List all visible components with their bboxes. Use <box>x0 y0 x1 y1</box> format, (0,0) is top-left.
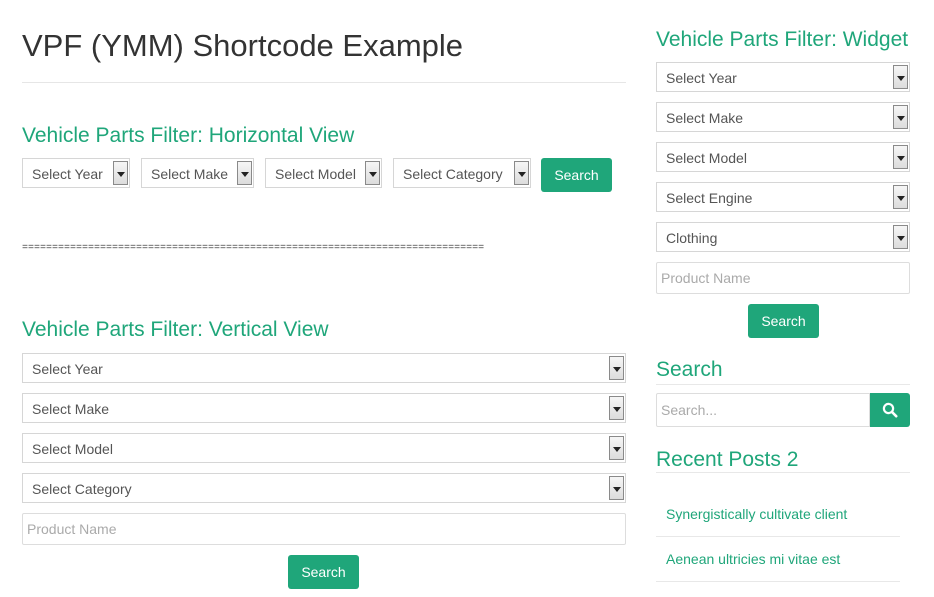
dropdown-arrow-icon[interactable] <box>609 356 624 380</box>
widget-filter-heading: Vehicle Parts Filter: Widget <box>656 28 909 51</box>
dropdown-arrow-icon[interactable] <box>893 105 908 129</box>
widget-year-select[interactable]: Select Year <box>656 62 910 92</box>
vertical-model-select[interactable]: Select Model <box>22 433 626 463</box>
search-submit-button[interactable] <box>870 393 910 427</box>
widget-search-button[interactable]: Search <box>748 304 819 338</box>
vertical-product-name-input[interactable] <box>22 513 626 545</box>
vertical-category-select[interactable]: Select Category <box>22 473 626 503</box>
dropdown-arrow-icon[interactable] <box>514 161 529 185</box>
recent-post-divider <box>656 581 900 582</box>
title-divider <box>22 82 626 83</box>
separator-line: ========================================… <box>22 243 485 254</box>
horizontal-category-select[interactable]: Select Category <box>393 158 531 188</box>
dropdown-arrow-icon[interactable] <box>609 396 624 420</box>
widget-model-value: Select Model <box>666 150 747 166</box>
search-widget-divider <box>656 384 910 385</box>
widget-engine-select[interactable]: Select Engine <box>656 182 910 212</box>
widget-engine-value: Select Engine <box>666 190 753 206</box>
horizontal-year-select[interactable]: Select Year <box>22 158 130 188</box>
horizontal-make-value: Select Make <box>151 166 229 182</box>
page: VPF (YMM) Shortcode Example Vehicle Part… <box>0 0 934 597</box>
vertical-make-select[interactable]: Select Make <box>22 393 626 423</box>
dropdown-arrow-icon[interactable] <box>893 185 908 209</box>
recent-post-divider <box>656 536 900 537</box>
widget-make-value: Select Make <box>666 110 744 126</box>
widget-model-select[interactable]: Select Model <box>656 142 910 172</box>
dropdown-arrow-icon[interactable] <box>237 161 252 185</box>
widget-category-value: Clothing <box>666 230 718 246</box>
horizontal-search-button[interactable]: Search <box>541 158 612 192</box>
recent-posts-heading: Recent Posts 2 <box>656 448 799 471</box>
dropdown-arrow-icon[interactable] <box>893 225 908 249</box>
widget-year-value: Select Year <box>666 70 737 86</box>
dropdown-arrow-icon[interactable] <box>609 436 624 460</box>
search-input[interactable] <box>656 393 870 427</box>
horizontal-model-value: Select Model <box>275 166 356 182</box>
vertical-model-value: Select Model <box>32 441 113 457</box>
vertical-make-value: Select Make <box>32 401 110 417</box>
dropdown-arrow-icon[interactable] <box>609 476 624 500</box>
vertical-year-value: Select Year <box>32 361 103 377</box>
widget-category-select[interactable]: Clothing <box>656 222 910 252</box>
widget-make-select[interactable]: Select Make <box>656 102 910 132</box>
horizontal-model-select[interactable]: Select Model <box>265 158 382 188</box>
widget-product-name-input[interactable] <box>656 262 910 294</box>
horizontal-make-select[interactable]: Select Make <box>141 158 254 188</box>
dropdown-arrow-icon[interactable] <box>113 161 128 185</box>
horizontal-year-value: Select Year <box>32 166 103 182</box>
horizontal-view-heading: Vehicle Parts Filter: Horizontal View <box>22 124 355 147</box>
recent-post-link[interactable]: Aenean ultricies mi vitae est <box>666 551 840 567</box>
vertical-view-heading: Vehicle Parts Filter: Vertical View <box>22 318 329 341</box>
dropdown-arrow-icon[interactable] <box>365 161 380 185</box>
search-icon <box>882 402 898 418</box>
search-widget-heading: Search <box>656 358 723 381</box>
vertical-search-button[interactable]: Search <box>288 555 359 589</box>
search-form <box>656 393 910 427</box>
horizontal-category-value: Select Category <box>403 166 503 182</box>
vertical-year-select[interactable]: Select Year <box>22 353 626 383</box>
page-title: VPF (YMM) Shortcode Example <box>22 28 464 63</box>
vertical-category-value: Select Category <box>32 481 132 497</box>
recent-post-link[interactable]: Synergistically cultivate client <box>666 506 847 522</box>
dropdown-arrow-icon[interactable] <box>893 65 908 89</box>
recent-posts-divider <box>656 472 910 473</box>
dropdown-arrow-icon[interactable] <box>893 145 908 169</box>
